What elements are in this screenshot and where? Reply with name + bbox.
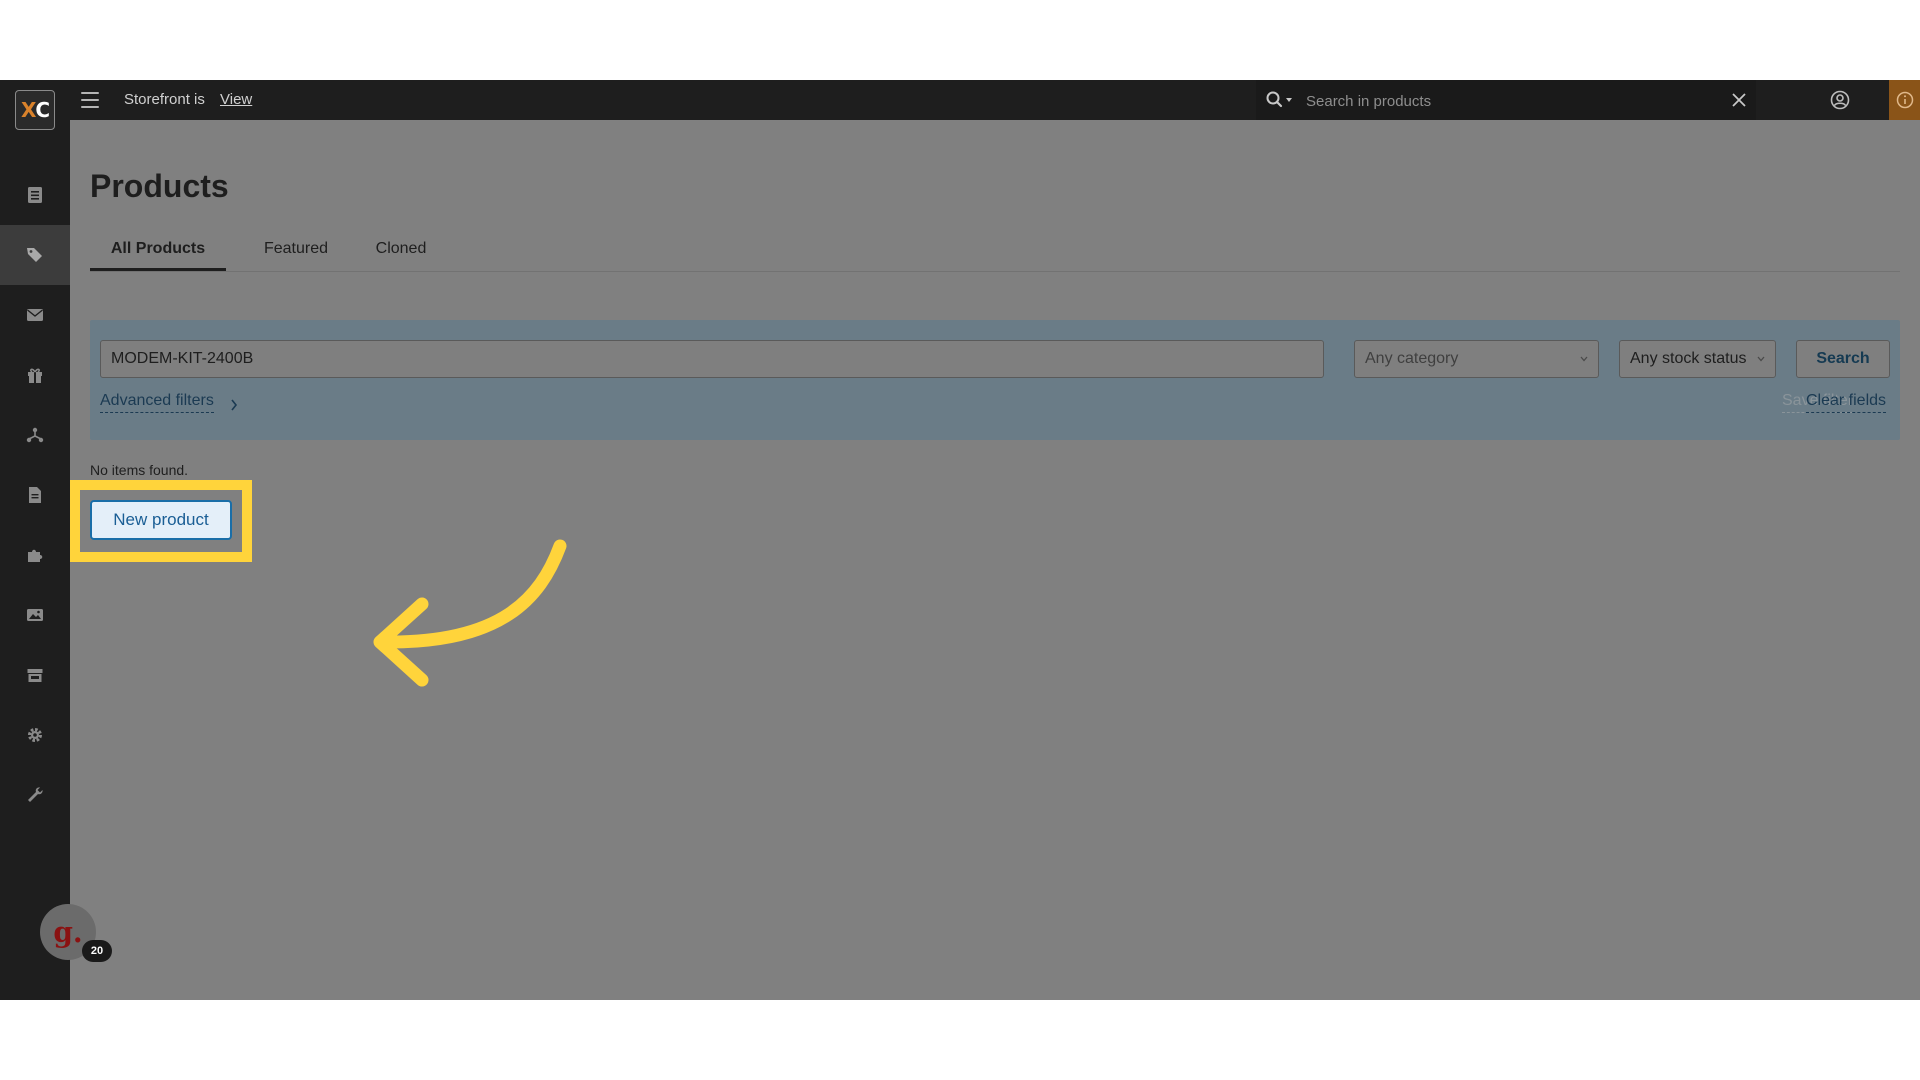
sidebar-item-catalog[interactable]: [0, 225, 70, 285]
sidebar-item-messages[interactable]: [0, 285, 70, 345]
tutorial-pointer-arrow-icon: [373, 539, 567, 687]
storefront-view-link[interactable]: View: [220, 91, 252, 108]
tags-icon: [27, 248, 42, 262]
product-tabs: All Products Featured Cloned: [90, 235, 1900, 272]
new-product-button[interactable]: New product: [90, 500, 232, 540]
advanced-filters-link[interactable]: Advanced filters: [100, 392, 214, 413]
empty-results-message: No items found.: [90, 462, 189, 478]
user-account-icon[interactable]: [1830, 90, 1850, 110]
xcart-logo[interactable]: XC: [15, 90, 55, 130]
sidebar-item-addons[interactable]: [0, 525, 70, 585]
network-icon: [26, 427, 44, 443]
admin-app: Storefront is View Search in products X …: [0, 80, 1920, 1000]
product-keyword-input[interactable]: [100, 340, 1324, 378]
chevron-down-icon: [1757, 356, 1765, 362]
info-button[interactable]: [1889, 80, 1920, 120]
category-select[interactable]: Any category: [1354, 340, 1599, 378]
top-search-bar: [1256, 80, 1756, 120]
tab-cloned[interactable]: Cloned: [356, 235, 446, 271]
sidebar-item-network[interactable]: [0, 405, 70, 465]
sidebar-item-promotions[interactable]: [0, 345, 70, 405]
puzzle-icon: [28, 549, 43, 562]
sidebar-item-orders[interactable]: [0, 165, 70, 225]
tab-featured[interactable]: Featured: [246, 235, 346, 271]
chevron-right-icon[interactable]: [230, 399, 238, 411]
page-title: Products: [90, 168, 229, 204]
orders-list-icon: [28, 187, 42, 203]
hamburger-menu-icon[interactable]: [81, 92, 99, 108]
close-icon[interactable]: [1732, 93, 1746, 107]
help-widget[interactable]: g. 20: [40, 904, 112, 962]
top-bar: Storefront is View: [0, 80, 1920, 120]
store-icon: [27, 669, 43, 682]
image-icon: [27, 609, 43, 621]
sidebar-item-store[interactable]: [0, 645, 70, 705]
tab-all-products[interactable]: All Products: [90, 235, 226, 271]
sidebar-item-media[interactable]: [0, 585, 70, 645]
storefront-status-label: Storefront is: [124, 91, 205, 108]
product-search-input[interactable]: [1304, 88, 1708, 114]
wrench-icon: [28, 787, 43, 802]
info-icon: [1896, 91, 1914, 109]
search-icon[interactable]: [1266, 91, 1294, 109]
stock-status-select-value: Any stock status: [1630, 350, 1747, 367]
notification-count-badge: 20: [82, 940, 112, 962]
main-content: Products All Products Featured Cloned An…: [70, 120, 1920, 1000]
sidebar-item-tools[interactable]: [0, 765, 70, 825]
sidebar: [0, 120, 70, 1000]
search-filter-panel: Any category Any stock status Search Adv…: [90, 320, 1900, 440]
sidebar-item-settings[interactable]: [0, 705, 70, 765]
sidebar-item-content[interactable]: [0, 465, 70, 525]
gear-icon: [28, 728, 42, 742]
gift-icon: [28, 368, 42, 383]
category-select-value: Any category: [1365, 350, 1459, 367]
chevron-down-icon: [1580, 356, 1588, 362]
document-icon: [29, 487, 41, 503]
stock-status-select[interactable]: Any stock status: [1619, 340, 1776, 378]
envelope-icon: [27, 309, 43, 321]
clear-fields-link[interactable]: Clear fields: [1806, 392, 1887, 413]
search-button[interactable]: Search: [1796, 340, 1890, 378]
